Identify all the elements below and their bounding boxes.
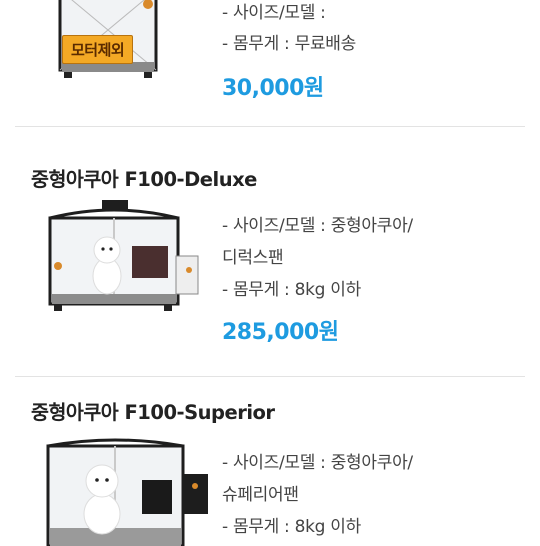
product-image-dryer-room-superior bbox=[46, 438, 208, 546]
size-spec: - 사이즈/모델 : 중형아쿠아/ bbox=[222, 216, 413, 236]
product-title[interactable]: 중형아쿠아 F100-Superior bbox=[31, 396, 275, 425]
product-card-1[interactable]: 모터제외 - 사이즈/모델 : - 몸무게 : 무료배송 30,000원 bbox=[0, 0, 540, 126]
motor-excluded-badge: 모터제외 bbox=[62, 35, 134, 64]
size-spec-continued: 슈페리어팬 bbox=[222, 485, 299, 505]
product-price: 285,000원 bbox=[222, 320, 339, 345]
product-card-2[interactable]: 중형아쿠아 F100-Deluxe - 사이즈/모델 : 중형아쿠아/ 디럭스팬… bbox=[0, 126, 540, 376]
weight-spec: - 몸무게 : 8kg 이하 bbox=[222, 517, 361, 537]
product-title[interactable]: 중형아쿠아 F100-Deluxe bbox=[31, 163, 257, 192]
product-card-3[interactable]: 중형아쿠아 F100-Superior - 사이즈/모델 : 중형아쿠아/ 슈페… bbox=[0, 376, 540, 546]
size-spec: - 사이즈/모델 : bbox=[222, 3, 326, 23]
product-image-dryer-room-deluxe bbox=[48, 200, 199, 311]
size-spec-continued: 디럭스팬 bbox=[222, 248, 284, 268]
size-spec: - 사이즈/모델 : 중형아쿠아/ bbox=[222, 453, 413, 473]
weight-spec: - 몸무게 : 무료배송 bbox=[222, 34, 356, 54]
weight-spec: - 몸무게 : 8kg 이하 bbox=[222, 280, 361, 300]
product-price: 30,000원 bbox=[222, 76, 324, 101]
